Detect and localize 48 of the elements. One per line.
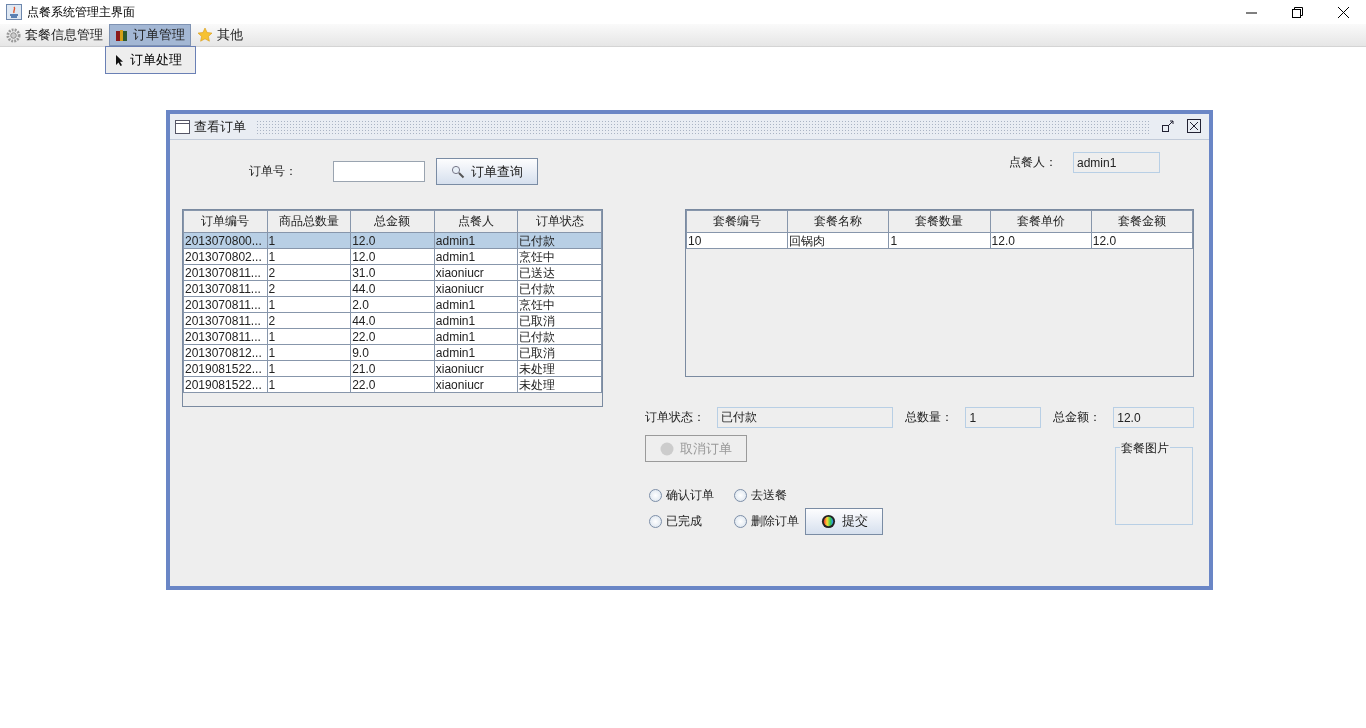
quantity-field: 1: [965, 407, 1042, 428]
column-header[interactable]: 点餐人: [434, 210, 518, 233]
circle-icon: [660, 441, 674, 456]
close-icon: [1187, 118, 1201, 133]
window-title: 查看订单: [194, 117, 246, 136]
field-label: 总数量：: [905, 409, 954, 426]
field-label: 订单号：: [249, 163, 297, 180]
field-label: 总金额：: [1053, 409, 1102, 426]
iconify-icon: [1161, 118, 1175, 133]
column-header[interactable]: 商品总数量: [267, 210, 351, 233]
cursor-icon: [116, 54, 124, 66]
search-icon: [451, 164, 465, 179]
column-header[interactable]: 套餐名称: [787, 210, 889, 233]
menu-item[interactable]: 其他: [191, 24, 249, 46]
radio-button[interactable]: 去送餐: [734, 486, 805, 504]
close-icon: [1337, 6, 1349, 18]
column-header[interactable]: 订单编号: [183, 210, 268, 233]
star-icon: [197, 27, 213, 43]
window-title: 点餐系统管理主界面: [27, 3, 135, 21]
close-button[interactable]: [1187, 118, 1203, 135]
books-icon: [115, 28, 129, 42]
customer-field: admin1: [1073, 152, 1160, 173]
menu-item[interactable]: 套餐信息管理: [0, 24, 109, 46]
color-wheel-icon: [820, 513, 836, 529]
window-icon: [175, 119, 190, 134]
search-button[interactable]: 订单查询: [436, 158, 538, 185]
column-header[interactable]: 订单状态: [517, 210, 602, 233]
app-icon: [6, 4, 22, 20]
order-number-field[interactable]: [333, 161, 425, 182]
status-field: 已付款: [717, 407, 894, 428]
column-header[interactable]: 套餐数量: [888, 210, 991, 233]
gear-icon: [6, 27, 21, 43]
field-label: 订单状态：: [645, 409, 705, 426]
column-header[interactable]: 套餐金额: [1091, 210, 1193, 233]
group-title: 套餐图片: [1120, 440, 1170, 457]
minimize-button[interactable]: [1161, 118, 1177, 135]
column-header[interactable]: 套餐单价: [990, 210, 1092, 233]
menu-item[interactable]: 订单管理: [109, 24, 191, 46]
radio-button[interactable]: 已完成: [649, 512, 734, 530]
total-field: 12.0: [1113, 407, 1194, 428]
menu-item[interactable]: 订单处理: [106, 49, 195, 71]
column-header[interactable]: 套餐编号: [686, 210, 788, 233]
radio-button[interactable]: 删除订单: [734, 512, 805, 530]
field-label: 点餐人：: [1009, 154, 1057, 171]
submit-button[interactable]: 提交: [805, 507, 883, 535]
radio-button[interactable]: 确认订单: [649, 486, 734, 504]
restore-icon: [1291, 6, 1303, 18]
column-header[interactable]: 总金额: [350, 210, 435, 233]
